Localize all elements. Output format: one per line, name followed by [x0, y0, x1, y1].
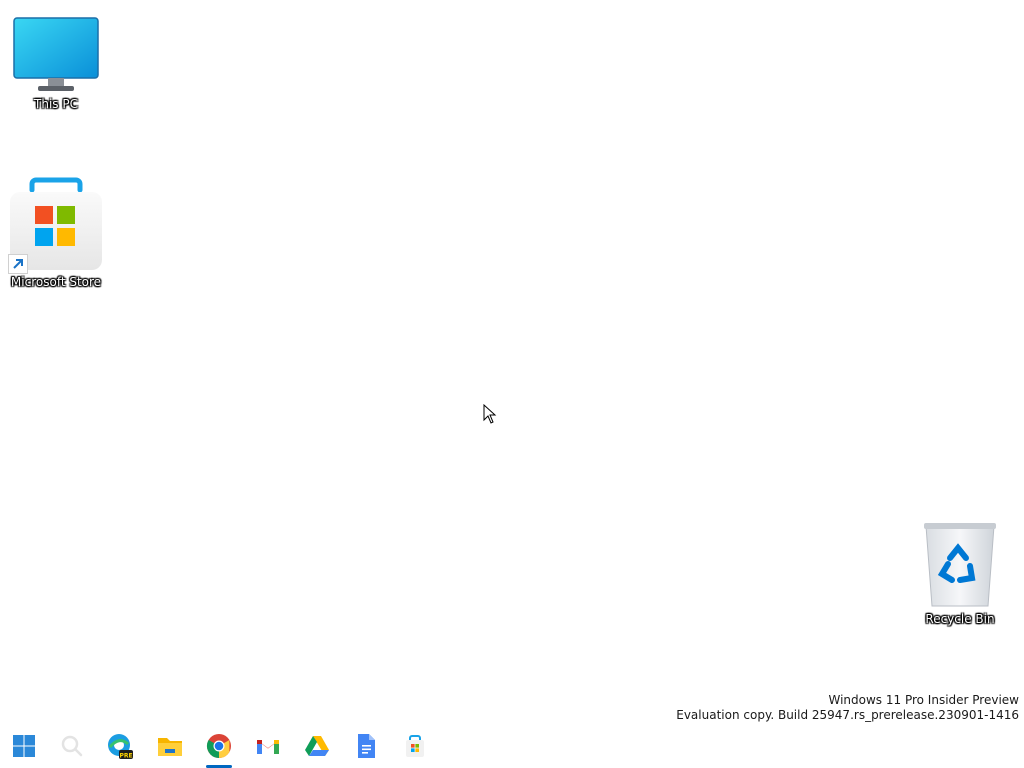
- taskbar-file-explorer-button[interactable]: [150, 728, 190, 768]
- desktop-icon-this-pc[interactable]: This PC: [8, 14, 104, 111]
- desktop-icon-label: This PC: [34, 97, 78, 111]
- taskbar-google-drive-button[interactable]: [297, 728, 337, 768]
- watermark-line-1: Windows 11 Pro Insider Preview: [828, 693, 1019, 707]
- taskbar-start-button[interactable]: [4, 728, 44, 768]
- chrome-icon: [206, 733, 232, 763]
- folder-icon: [156, 734, 184, 762]
- microsoft-store-icon: [8, 176, 104, 274]
- gmail-icon: [255, 736, 281, 760]
- edge-preview-icon: PRE: [106, 732, 134, 764]
- taskbar: PRE: [0, 724, 1024, 768]
- taskbar-chrome-button[interactable]: [199, 728, 239, 768]
- google-drive-icon: [304, 735, 330, 761]
- microsoft-store-icon: [403, 734, 427, 762]
- taskbar-microsoft-store-button[interactable]: [395, 728, 435, 768]
- google-docs-icon: [356, 733, 376, 763]
- taskbar-search-button[interactable]: [52, 728, 92, 768]
- mouse-cursor-icon: [483, 403, 497, 424]
- monitor-icon: [8, 14, 104, 94]
- svg-text:PRE: PRE: [119, 753, 132, 760]
- taskbar-google-docs-button[interactable]: [346, 728, 386, 768]
- shortcut-arrow-icon: [8, 254, 28, 274]
- watermark-line-2: Evaluation copy. Build 25947.rs_prerelea…: [676, 708, 1019, 722]
- desktop-icon-label: Recycle Bin: [925, 612, 995, 626]
- search-icon: [60, 734, 84, 762]
- desktop-icon-microsoft-store[interactable]: Microsoft Store: [8, 176, 104, 289]
- desktop[interactable]: This PC Microsoft Store Recycle Bin Wind…: [0, 0, 1024, 768]
- taskbar-gmail-button[interactable]: [248, 728, 288, 768]
- evaluation-watermark: Windows 11 Pro Insider Preview Evaluatio…: [676, 693, 1019, 723]
- windows-start-icon: [12, 734, 36, 762]
- recycle-bin-icon: [912, 518, 1008, 610]
- desktop-icon-recycle-bin[interactable]: Recycle Bin: [912, 518, 1008, 626]
- desktop-icon-label: Microsoft Store: [10, 275, 102, 289]
- taskbar-edge-preview-button[interactable]: PRE: [100, 728, 140, 768]
